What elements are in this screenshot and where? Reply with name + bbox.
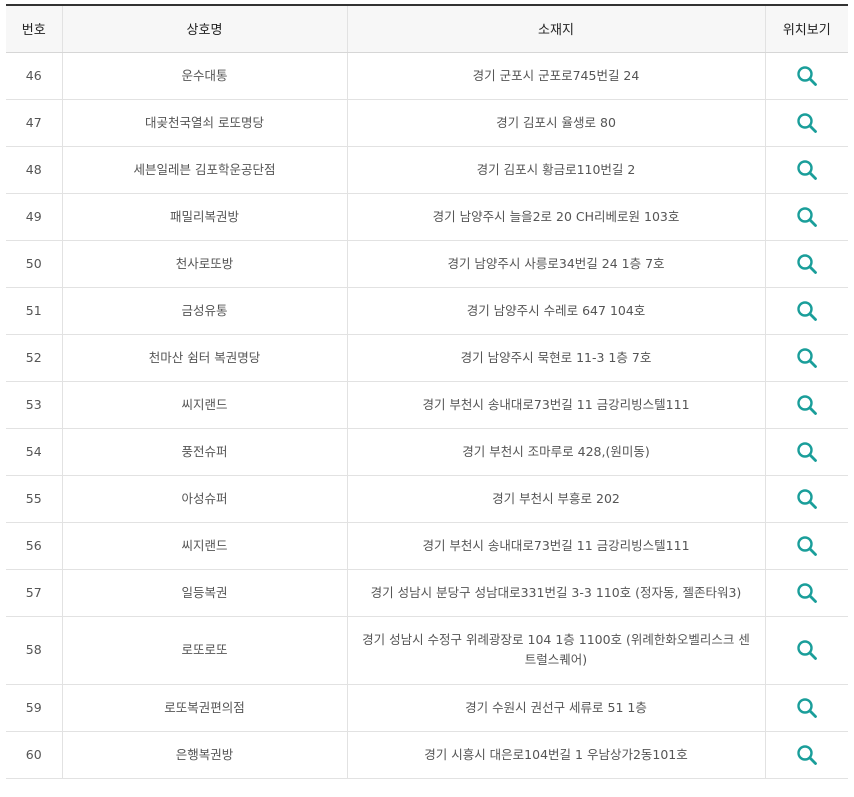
table-row: 59 로또복권편의점 경기 수원시 권선구 세류로 51 1층 xyxy=(6,684,848,732)
table-row: 54 풍전슈퍼 경기 부천시 조마루로 428,(원미동) xyxy=(6,428,848,476)
row-number: 56 xyxy=(6,522,62,570)
header-number: 번호 xyxy=(6,4,62,53)
search-icon[interactable] xyxy=(795,743,819,767)
row-number: 52 xyxy=(6,334,62,382)
table-row: 56 씨지랜드 경기 부천시 송내대로73번길 11 금강리빙스텔111 xyxy=(6,522,848,570)
row-store-name: 일등복권 xyxy=(61,569,347,617)
row-address: 경기 남양주시 늘을2로 20 CH리베로원 103호 xyxy=(346,193,765,241)
row-location-cell xyxy=(764,684,848,732)
header-name: 상호명 xyxy=(61,4,347,53)
row-address: 경기 성남시 수정구 위례광장로 104 1층 1100호 (위례한화오벨리스크… xyxy=(346,616,765,685)
search-icon[interactable] xyxy=(795,205,819,229)
row-number: 50 xyxy=(6,240,62,288)
search-icon[interactable] xyxy=(795,158,819,182)
row-number: 59 xyxy=(6,684,62,732)
row-location-cell xyxy=(764,381,848,429)
search-icon[interactable] xyxy=(795,393,819,417)
row-location-cell xyxy=(764,428,848,476)
search-icon[interactable] xyxy=(795,696,819,720)
row-number: 51 xyxy=(6,287,62,335)
row-number: 47 xyxy=(6,99,62,147)
row-store-name: 운수대통 xyxy=(61,52,347,100)
row-address: 경기 김포시 황금로110번길 2 xyxy=(346,146,765,194)
row-store-name: 아성슈퍼 xyxy=(61,475,347,523)
header-location: 위치보기 xyxy=(764,4,848,53)
row-number: 58 xyxy=(6,616,62,685)
search-icon[interactable] xyxy=(795,638,819,662)
row-address: 경기 남양주시 수레로 647 104호 xyxy=(346,287,765,335)
row-store-name: 금성유통 xyxy=(61,287,347,335)
search-icon[interactable] xyxy=(795,346,819,370)
table-row: 49 패밀리복권방 경기 남양주시 늘을2로 20 CH리베로원 103호 xyxy=(6,193,848,241)
table-row: 58 로또로또 경기 성남시 수정구 위례광장로 104 1층 1100호 (위례한… xyxy=(6,616,848,685)
row-address: 경기 남양주시 사릉로34번길 24 1층 7호 xyxy=(346,240,765,288)
row-store-name: 로또복권편의점 xyxy=(61,684,347,732)
store-list: 번호 상호명 소재지 위치보기 46 운수대통 경기 군포시 군포로745번길 24… xyxy=(6,4,848,779)
row-location-cell xyxy=(764,731,848,779)
row-store-name: 대곶천국열쇠 로또명당 xyxy=(61,99,347,147)
row-address: 경기 성남시 분당구 성남대로331번길 3-3 110호 (정자동, 젤존타워… xyxy=(346,569,765,617)
row-location-cell xyxy=(764,334,848,382)
search-icon[interactable] xyxy=(795,534,819,558)
row-store-name: 천사로또방 xyxy=(61,240,347,288)
search-icon[interactable] xyxy=(795,252,819,276)
row-address: 경기 부천시 송내대로73번길 11 금강리빙스텔111 xyxy=(346,381,765,429)
table-row: 51 금성유통 경기 남양주시 수레로 647 104호 xyxy=(6,287,848,335)
row-address: 경기 부천시 조마루로 428,(원미동) xyxy=(346,428,765,476)
row-number: 49 xyxy=(6,193,62,241)
header-row: 번호 상호명 소재지 위치보기 xyxy=(6,4,848,53)
search-icon[interactable] xyxy=(795,581,819,605)
table-row: 46 운수대통 경기 군포시 군포로745번길 24 xyxy=(6,52,848,100)
row-address: 경기 군포시 군포로745번길 24 xyxy=(346,52,765,100)
row-store-name: 로또로또 xyxy=(61,616,347,685)
table-row: 55 아성슈퍼 경기 부천시 부흥로 202 xyxy=(6,475,848,523)
row-location-cell xyxy=(764,522,848,570)
row-address: 경기 남양주시 묵현로 11-3 1층 7호 xyxy=(346,334,765,382)
row-location-cell xyxy=(764,99,848,147)
row-store-name: 세븐일레븐 김포학운공단점 xyxy=(61,146,347,194)
row-number: 57 xyxy=(6,569,62,617)
search-icon[interactable] xyxy=(795,299,819,323)
header-address: 소재지 xyxy=(346,4,765,53)
row-location-cell xyxy=(764,616,848,685)
row-address: 경기 수원시 권선구 세류로 51 1층 xyxy=(346,684,765,732)
row-store-name: 풍전슈퍼 xyxy=(61,428,347,476)
table-row: 52 천마산 쉼터 복권명당 경기 남양주시 묵현로 11-3 1층 7호 xyxy=(6,334,848,382)
row-number: 46 xyxy=(6,52,62,100)
store-table: 번호 상호명 소재지 위치보기 46 운수대통 경기 군포시 군포로745번길 24… xyxy=(6,4,848,779)
table-row: 53 씨지랜드 경기 부천시 송내대로73번길 11 금강리빙스텔111 xyxy=(6,381,848,429)
row-location-cell xyxy=(764,240,848,288)
row-location-cell xyxy=(764,287,848,335)
search-icon[interactable] xyxy=(795,64,819,88)
row-store-name: 씨지랜드 xyxy=(61,522,347,570)
row-location-cell xyxy=(764,569,848,617)
row-location-cell xyxy=(764,52,848,100)
row-location-cell xyxy=(764,146,848,194)
row-number: 55 xyxy=(6,475,62,523)
row-store-name: 씨지랜드 xyxy=(61,381,347,429)
row-store-name: 패밀리복권방 xyxy=(61,193,347,241)
row-address: 경기 부천시 송내대로73번길 11 금강리빙스텔111 xyxy=(346,522,765,570)
table-header: 번호 상호명 소재지 위치보기 xyxy=(6,4,848,53)
row-number: 48 xyxy=(6,146,62,194)
table-row: 60 은행복권방 경기 시흥시 대은로104번길 1 우남상가2동101호 xyxy=(6,731,848,779)
table-body: 46 운수대통 경기 군포시 군포로745번길 24 47 대곶천국열쇠 로또명당 경기 … xyxy=(6,52,848,779)
row-address: 경기 부천시 부흥로 202 xyxy=(346,475,765,523)
row-location-cell xyxy=(764,193,848,241)
row-store-name: 은행복권방 xyxy=(61,731,347,779)
table-row: 50 천사로또방 경기 남양주시 사릉로34번길 24 1층 7호 xyxy=(6,240,848,288)
row-number: 60 xyxy=(6,731,62,779)
row-address: 경기 김포시 율생로 80 xyxy=(346,99,765,147)
table-row: 57 일등복권 경기 성남시 분당구 성남대로331번길 3-3 110호 (정자동… xyxy=(6,569,848,617)
table-row: 47 대곶천국열쇠 로또명당 경기 김포시 율생로 80 xyxy=(6,99,848,147)
row-number: 53 xyxy=(6,381,62,429)
search-icon[interactable] xyxy=(795,111,819,135)
table-row: 48 세븐일레븐 김포학운공단점 경기 김포시 황금로110번길 2 xyxy=(6,146,848,194)
search-icon[interactable] xyxy=(795,487,819,511)
row-location-cell xyxy=(764,475,848,523)
search-icon[interactable] xyxy=(795,440,819,464)
row-store-name: 천마산 쉼터 복권명당 xyxy=(61,334,347,382)
row-address: 경기 시흥시 대은로104번길 1 우남상가2동101호 xyxy=(346,731,765,779)
row-number: 54 xyxy=(6,428,62,476)
